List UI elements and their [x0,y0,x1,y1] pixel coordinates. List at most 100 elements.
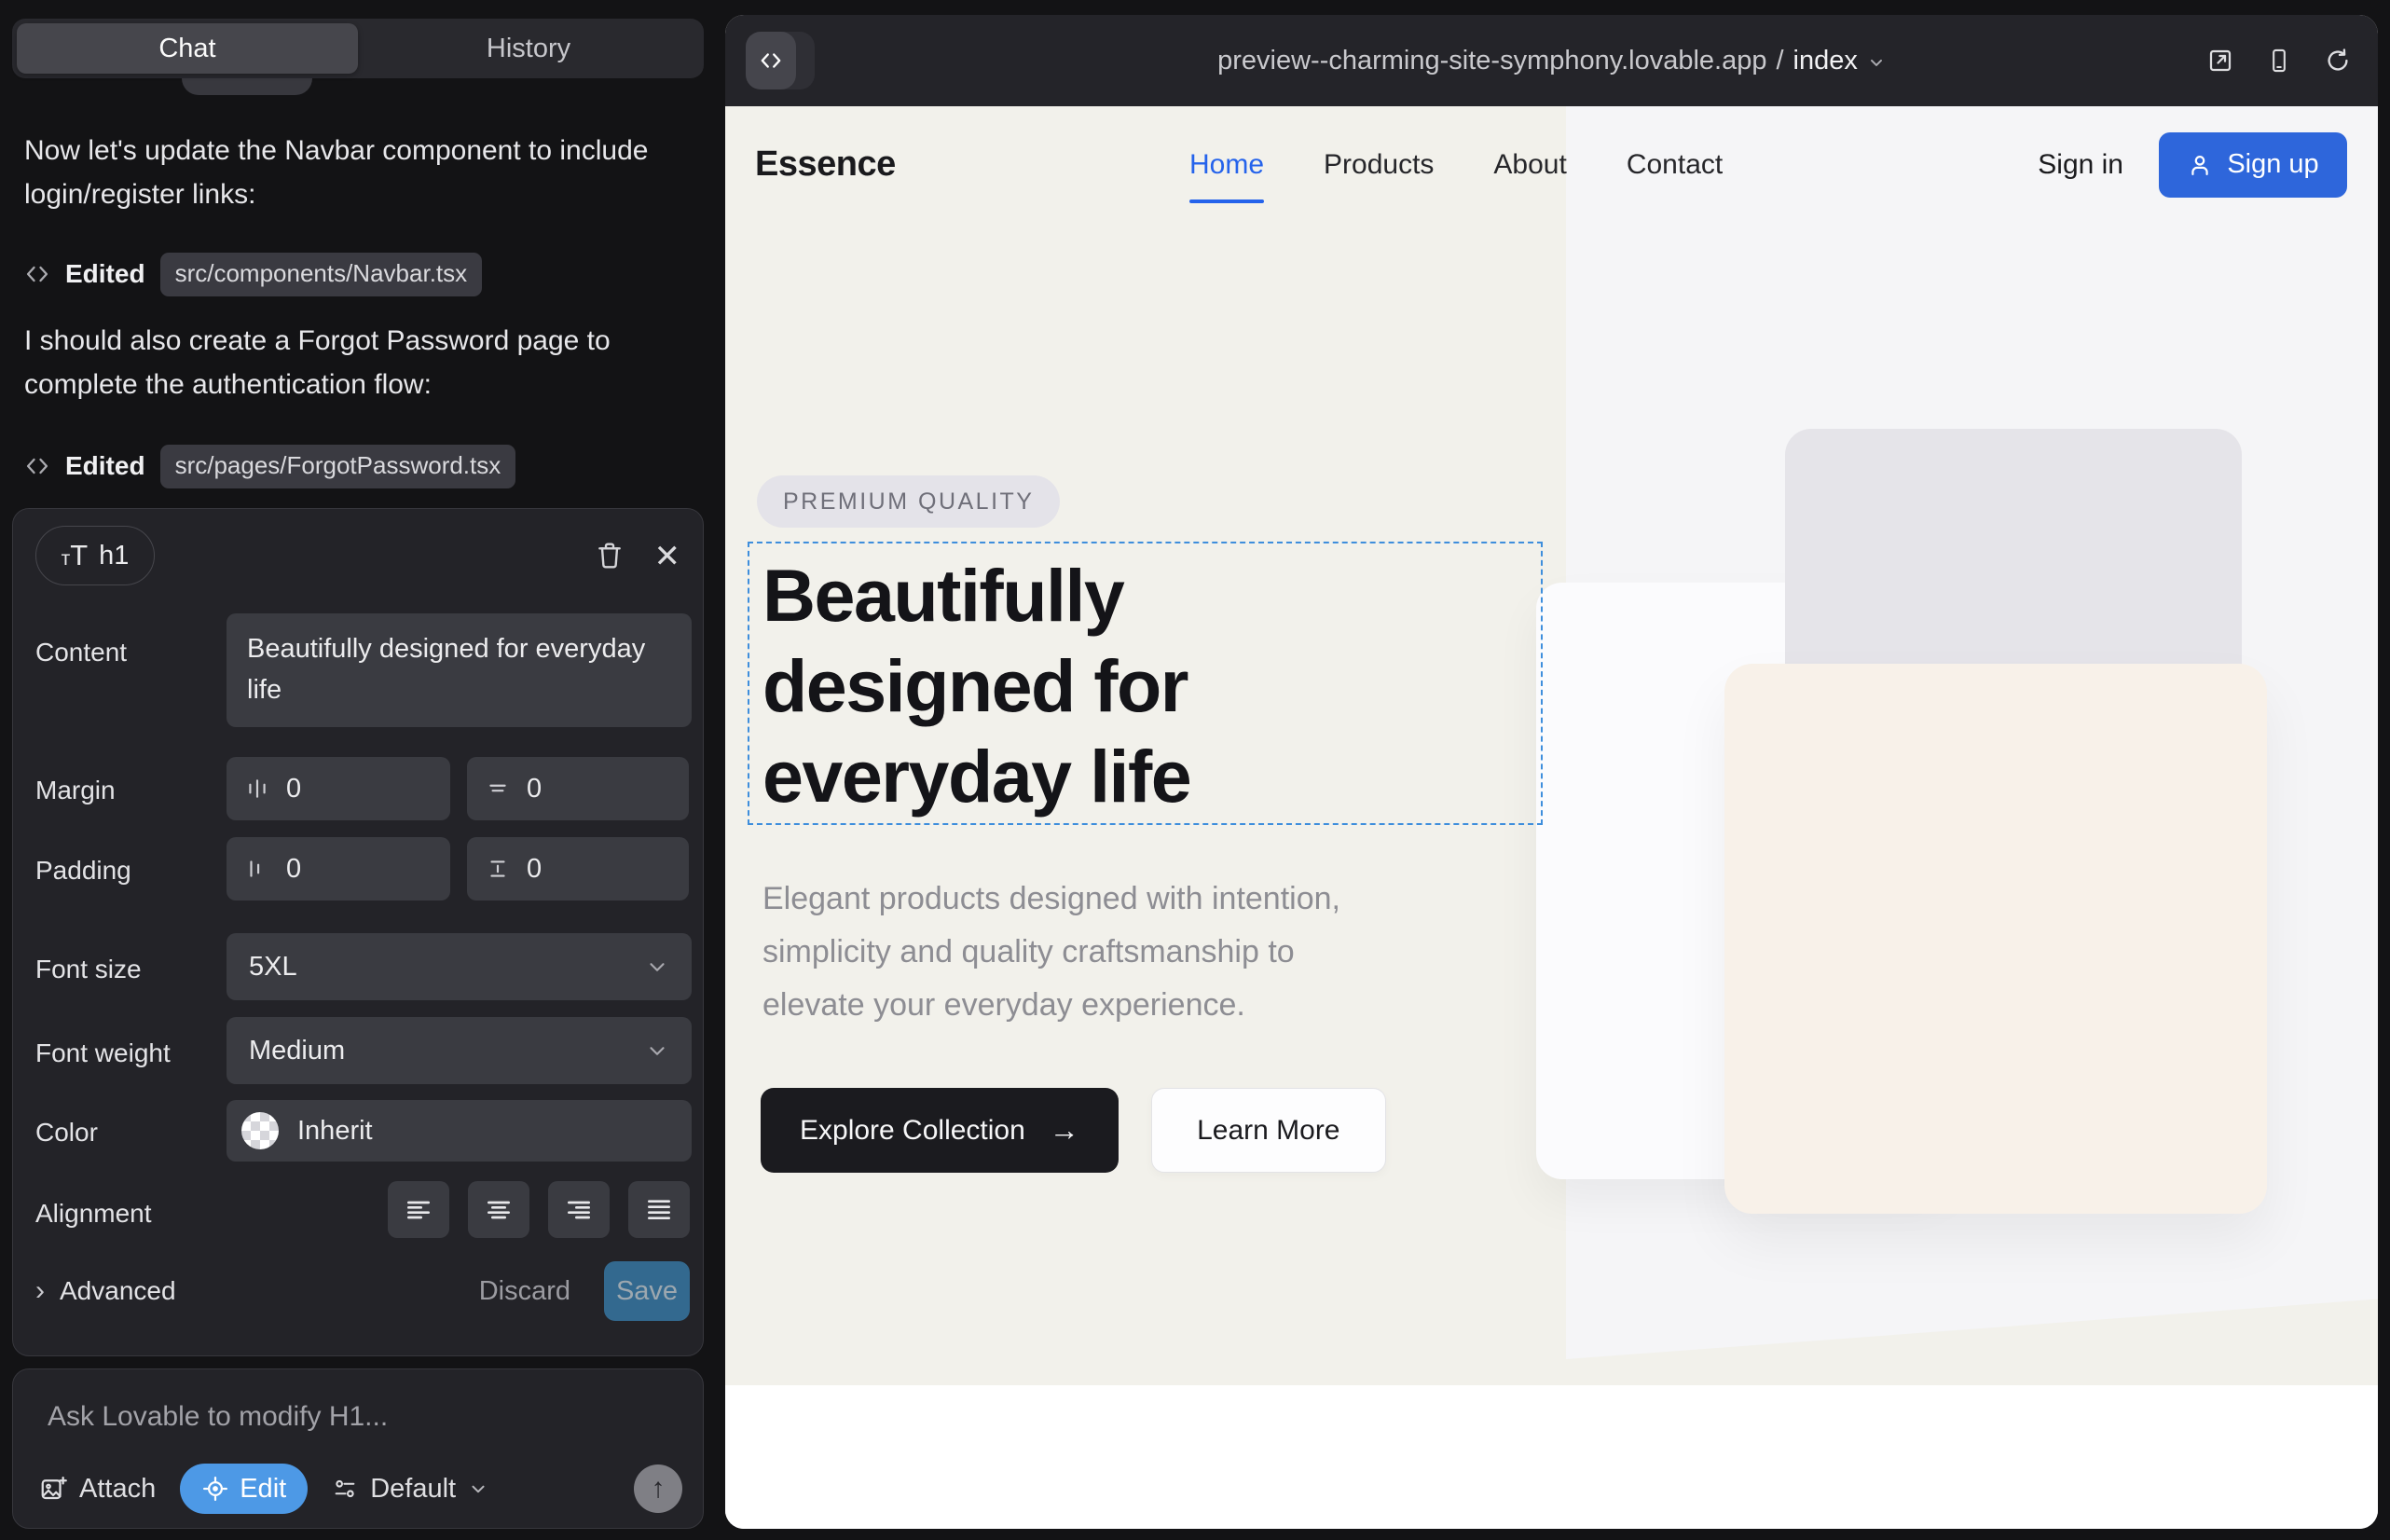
chat-composer: Attach Edit Default ↑ [12,1368,704,1529]
alignment-buttons [388,1181,690,1238]
mobile-view-icon[interactable] [2266,47,2292,75]
nav-link-about[interactable]: About [1493,149,1566,181]
color-value: Inherit [297,1116,373,1147]
sidebar-tabs: Chat History [12,19,704,78]
margin-y-value: 0 [527,774,542,804]
font-size-select[interactable]: 5XL [227,933,692,1000]
open-external-icon[interactable] [2206,47,2234,75]
sign-up-button[interactable]: Sign up [2159,132,2347,198]
font-size-label: Font size [35,955,142,984]
font-weight-select[interactable]: Medium [227,1017,692,1084]
color-swatch-transparent [241,1112,279,1149]
chat-sidebar: ·· Chat History Now let's update the Nav… [0,0,725,1540]
advanced-toggle[interactable]: › Advanced [35,1275,176,1307]
hero-heading[interactable]: Beautifully designed for everyday life [762,550,1284,821]
attach-image-icon [39,1475,67,1503]
sliders-icon [332,1476,358,1502]
tab-chat[interactable]: Chat [17,23,358,74]
site-nav-auth: Sign in Sign up [2038,106,2347,223]
mode-label: Default [370,1474,456,1505]
arrow-up-icon: ↑ [652,1473,666,1505]
padding-horizontal-icon [245,857,269,881]
advanced-label: Advanced [60,1276,176,1306]
element-editor-panel: тT h1 ✕ Content Beautifully designed for… [12,508,704,1356]
site-preview: Essence Home Products About Contact Sign… [725,106,2378,1529]
align-center-button[interactable] [468,1181,529,1238]
url-host: preview--charming-site-symphony.lovable.… [1217,46,1766,76]
font-weight-label: Font weight [35,1038,171,1068]
padding-y-input[interactable]: 0 [467,837,689,901]
code-icon [24,453,50,479]
element-tag-pill: тT h1 [35,526,155,585]
save-button[interactable]: Save [604,1261,690,1321]
edited-file-row: Edited src/pages/ForgotPassword.tsx [24,446,515,487]
editor-footer: › Advanced Discard Save [35,1260,690,1322]
padding-vertical-icon [486,857,510,881]
edit-mode-button[interactable]: Edit [180,1464,308,1514]
chevron-down-icon [1867,53,1886,72]
mode-select[interactable]: Default [332,1474,488,1505]
chat-message: Now let's update the Navbar component to… [24,129,682,216]
arrow-right-icon: → [1050,1113,1079,1148]
explore-collection-label: Explore Collection [800,1115,1025,1147]
site-nav-links: Home Products About Contact [1189,106,1723,223]
target-icon [201,1475,229,1503]
chrome-actions [2206,15,2352,106]
color-select[interactable]: Inherit [227,1100,692,1162]
padding-x-input[interactable]: 0 [227,837,450,901]
decor-card-peach [1724,664,2267,1214]
file-path-badge[interactable]: src/pages/ForgotPassword.tsx [160,445,516,488]
chat-message: I should also create a Forgot Password p… [24,319,682,406]
close-panel-icon[interactable]: ✕ [654,541,681,572]
attach-label: Attach [79,1474,156,1505]
align-right-button[interactable] [548,1181,610,1238]
hero-description[interactable]: Elegant products designed with intention… [762,873,1373,1032]
url-page: index [1793,46,1858,76]
code-icon [24,261,50,287]
margin-x-input[interactable]: 0 [227,757,450,820]
margin-y-input[interactable]: 0 [467,757,689,820]
alignment-label: Alignment [35,1199,152,1229]
learn-more-button[interactable]: Learn More [1151,1088,1386,1173]
chevron-down-icon [645,1038,669,1063]
url-bar[interactable]: preview--charming-site-symphony.lovable.… [725,15,2378,106]
user-icon [2187,152,2213,178]
content-label: Content [35,638,127,667]
content-textarea[interactable]: Beautifully designed for everyday life [227,613,692,727]
refresh-icon[interactable] [2324,47,2352,75]
font-size-value: 5XL [249,952,297,983]
align-left-button[interactable] [388,1181,449,1238]
align-justify-button[interactable] [628,1181,690,1238]
premium-quality-badge: PREMIUM QUALITY [757,475,1060,528]
site-navbar: Essence Home Products About Contact Sign… [725,106,2378,223]
delete-element-button[interactable] [595,539,625,571]
explore-collection-button[interactable]: Explore Collection → [761,1088,1119,1173]
margin-label: Margin [35,776,116,805]
preview-window: preview--charming-site-symphony.lovable.… [725,15,2378,1529]
nav-link-home[interactable]: Home [1189,149,1264,181]
url-separator: / [1776,46,1783,76]
padding-x-value: 0 [286,854,301,885]
file-path-badge[interactable]: src/components/Navbar.tsx [160,253,483,296]
nav-link-contact[interactable]: Contact [1627,149,1723,181]
site-logo[interactable]: Essence [755,106,896,223]
nav-link-products[interactable]: Products [1324,149,1434,181]
attach-button[interactable]: Attach [39,1474,156,1505]
tab-history[interactable]: History [358,23,699,74]
composer-input[interactable] [48,1401,644,1433]
element-tag-label: h1 [99,541,129,571]
text-type-icon: тT [62,539,89,572]
send-button[interactable]: ↑ [634,1464,682,1513]
font-weight-value: Medium [249,1036,345,1066]
edit-label: Edit [240,1474,286,1505]
edited-label: Edited [65,451,145,481]
edited-file-row: Edited src/components/Navbar.tsx [24,254,482,295]
padding-label: Padding [35,856,131,886]
padding-y-value: 0 [527,854,542,885]
discard-button[interactable]: Discard [479,1276,570,1307]
chevron-down-icon [468,1478,488,1499]
hero-cta-row: Explore Collection → Learn More [761,1088,1386,1173]
browser-chrome: preview--charming-site-symphony.lovable.… [725,15,2378,106]
margin-vertical-icon [486,777,510,801]
sign-in-link[interactable]: Sign in [2038,149,2123,181]
